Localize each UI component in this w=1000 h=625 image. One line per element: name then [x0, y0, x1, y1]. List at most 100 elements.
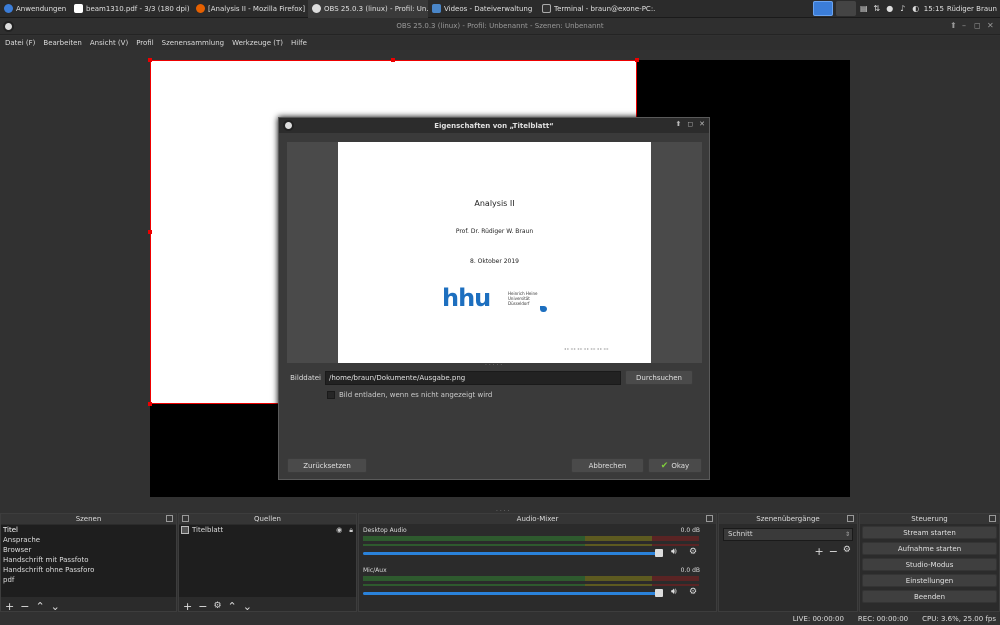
taskbar-applications-menu[interactable]: Anwendungen	[0, 0, 70, 18]
move-up-icon[interactable]: ⌃	[35, 600, 44, 613]
gear-icon[interactable]: ⚙	[689, 587, 697, 597]
speaker-icon[interactable]: 🔊︎	[671, 587, 677, 597]
source-properties-gear-icon[interactable]: ⚙	[213, 601, 221, 611]
window-close-icon[interactable]: ✕	[987, 21, 994, 30]
notification-icon[interactable]: ◐	[911, 4, 921, 14]
taskbar-item-terminal[interactable]: Terminal - braun@exone-PC:...	[538, 0, 656, 18]
dock-float-icon[interactable]	[182, 515, 189, 522]
scene-item[interactable]: Titel	[1, 525, 176, 535]
visibility-eye-icon[interactable]: ◉	[336, 526, 342, 534]
remove-scene-icon[interactable]: −	[20, 600, 29, 613]
volume-icon[interactable]: ♪	[898, 4, 908, 14]
volume-meter	[363, 584, 699, 586]
menu-hilfe[interactable]: Hilfe	[291, 39, 307, 47]
window-minimize-icon[interactable]: –	[962, 21, 966, 30]
dialog-close-icon[interactable]: ✕	[699, 120, 705, 128]
resize-handle-tl[interactable]	[148, 58, 152, 62]
add-scene-icon[interactable]: +	[5, 600, 14, 613]
mixer-channel-mic: Mic/Aux 0.0 dB 🔊︎ ⚙	[361, 566, 714, 606]
unload-image-checkbox[interactable]	[327, 391, 335, 399]
ok-button[interactable]: ✔ Okay	[648, 458, 702, 473]
add-source-icon[interactable]: +	[183, 600, 192, 613]
browse-button[interactable]: Durchsuchen	[625, 370, 693, 385]
dialog-keep-above-icon[interactable]: ⬆	[675, 120, 681, 128]
dock-float-icon[interactable]	[706, 515, 713, 522]
resize-handle-tr[interactable]	[635, 58, 639, 62]
unload-image-checkbox-row[interactable]: Bild entladen, wenn es nicht angezeigt w…	[327, 391, 492, 399]
image-file-input[interactable]: /home/braun/Dokumente/Ausgabe.png	[325, 370, 621, 385]
start-stream-button[interactable]: Stream starten	[862, 526, 997, 539]
channel-name: Desktop Audio	[363, 527, 407, 534]
volume-slider[interactable]	[363, 592, 659, 595]
speaker-icon[interactable]: 🔊︎	[671, 547, 677, 557]
properties-dialog: Eigenschaften von „Titelblatt“ ⬆ ◻ ✕ Ana…	[278, 117, 710, 480]
exit-button[interactable]: Beenden	[862, 590, 997, 603]
taskbar-item-pdf[interactable]: beam1310.pdf - 3/3 (180 dpi)	[70, 0, 192, 18]
channel-db: 0.0 dB	[680, 527, 700, 534]
dialog-maximize-icon[interactable]: ◻	[687, 120, 693, 128]
studio-mode-button[interactable]: Studio-Modus	[862, 558, 997, 571]
menu-ansicht[interactable]: Ansicht (V)	[90, 39, 128, 47]
menu-werkzeuge[interactable]: Werkzeuge (T)	[232, 39, 283, 47]
transition-select[interactable]: Schnitt ⇕	[723, 528, 853, 541]
dock-float-icon[interactable]	[166, 515, 173, 522]
scene-item[interactable]: Handschrift mit Passfoto	[1, 555, 176, 565]
sources-dock: Quellen Titelblatt ◉ 🔒︎ + − ⚙ ⌃ ⌄	[178, 513, 357, 613]
dialog-title: Eigenschaften von „Titelblatt“	[434, 121, 554, 130]
resize-handle-tm[interactable]	[391, 58, 395, 62]
window-maximize-icon[interactable]: ◻	[974, 21, 981, 30]
firefox-launcher-button[interactable]	[835, 1, 856, 16]
cancel-button[interactable]: Abbrechen	[571, 458, 644, 473]
image-file-row: Bilddatei /home/braun/Dokumente/Ausgabe.…	[287, 370, 702, 385]
user-name[interactable]: Rüdiger Braun	[947, 5, 997, 13]
menu-datei[interactable]: Datei (F)	[5, 39, 35, 47]
volume-slider[interactable]	[363, 552, 659, 555]
remove-transition-icon[interactable]: −	[829, 545, 838, 558]
network-icon[interactable]: ⇅	[872, 4, 882, 14]
live-timer: LIVE: 00:00:00	[792, 614, 844, 623]
dock-float-icon[interactable]	[989, 515, 996, 522]
obs-tray-icon[interactable]: ●	[885, 4, 895, 14]
resize-handle-bl[interactable]	[148, 402, 152, 406]
scene-item[interactable]: pdf	[1, 575, 176, 585]
hhu-logo-icon: hhu	[442, 284, 491, 312]
transition-gear-icon[interactable]: ⚙	[843, 545, 851, 558]
clock[interactable]: 15:15	[924, 5, 944, 13]
window-keep-above-icon[interactable]: ⬆	[950, 21, 957, 30]
scenes-dock: Szenen Titel Ansprache Browser Handschri…	[0, 513, 177, 613]
resize-handle-ml[interactable]	[148, 230, 152, 234]
start-recording-button[interactable]: Aufnahme starten	[862, 542, 997, 555]
scene-item[interactable]: Handschrift ohne Passforo	[1, 565, 176, 575]
add-transition-icon[interactable]: +	[814, 545, 823, 558]
lock-icon[interactable]: 🔒︎	[349, 526, 353, 535]
volume-slider-handle[interactable]	[655, 589, 663, 597]
reset-button[interactable]: Zurücksetzen	[287, 458, 367, 473]
scenes-toolbar: + − ⌃ ⌄	[1, 599, 176, 613]
pdf-viewer-icon	[74, 4, 83, 13]
splitter-handle-icon[interactable]: · · · · ·	[485, 362, 502, 369]
gear-icon[interactable]: ⚙	[689, 547, 697, 557]
remove-source-icon[interactable]: −	[198, 600, 207, 613]
dock-float-icon[interactable]	[847, 515, 854, 522]
taskbar-item-firefox[interactable]: [Analysis II - Mozilla Firefox]	[192, 0, 308, 18]
taskbar-item-obs[interactable]: OBS 25.0.3 (linux) - Profil: Un...	[308, 0, 428, 18]
menu-bearbeiten[interactable]: Bearbeiten	[43, 39, 81, 47]
obs-logo-icon	[283, 120, 294, 131]
taskbar-item-filemanager[interactable]: Videos - Dateiverwaltung	[428, 0, 538, 18]
move-down-icon[interactable]: ⌄	[243, 600, 252, 613]
scene-item[interactable]: Ansprache	[1, 535, 176, 545]
settings-button[interactable]: Einstellungen	[862, 574, 997, 587]
volume-meter	[363, 544, 699, 546]
hhu-logo-dot-icon	[540, 306, 547, 312]
menu-profil[interactable]: Profil	[136, 39, 153, 47]
scene-item[interactable]: Browser	[1, 545, 176, 555]
spinner-arrows-icon[interactable]: ⇕	[845, 529, 850, 540]
clipboard-icon[interactable]: ▤	[859, 4, 869, 14]
move-down-icon[interactable]: ⌄	[51, 600, 60, 613]
menubar: Datei (F) Bearbeiten Ansicht (V) Profil …	[0, 36, 1000, 50]
volume-slider-handle[interactable]	[655, 549, 663, 557]
menu-szenensammlung[interactable]: Szenensammlung	[162, 39, 224, 47]
source-item[interactable]: Titelblatt ◉ 🔒︎	[179, 525, 356, 535]
workspace-switcher-button[interactable]	[812, 1, 833, 16]
move-up-icon[interactable]: ⌃	[228, 600, 237, 613]
